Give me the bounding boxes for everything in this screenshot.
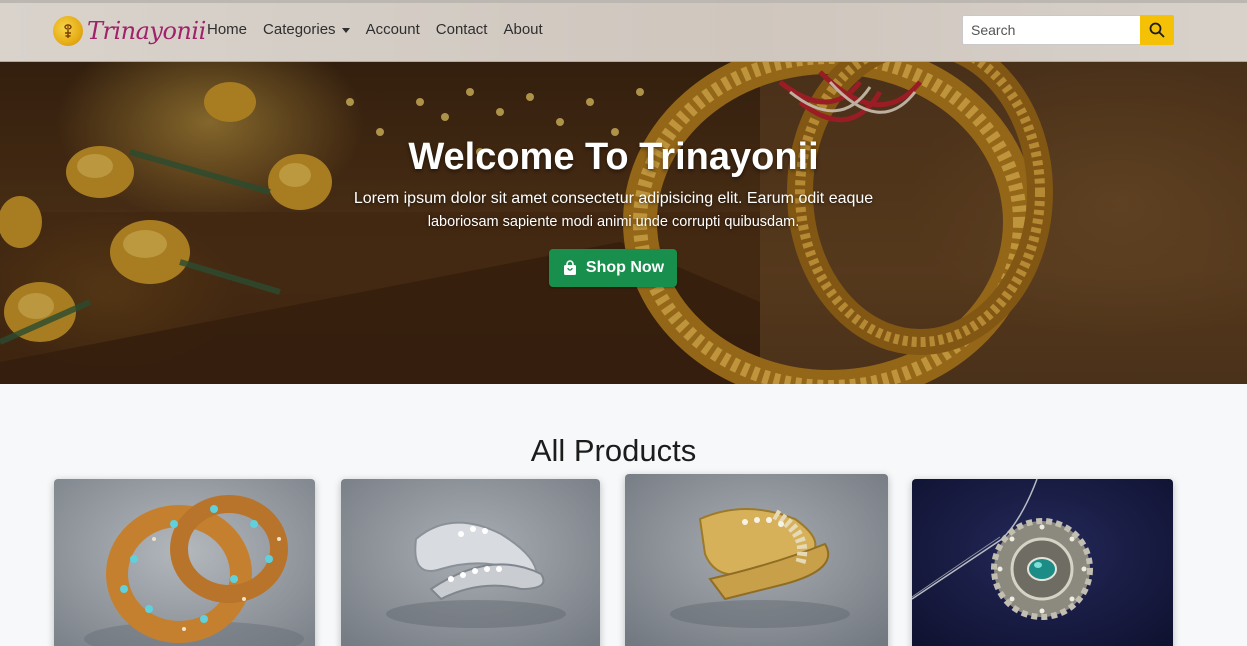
nav-categories[interactable]: Categories <box>263 21 350 38</box>
nav-categories-label: Categories <box>263 21 336 38</box>
hero-subtitle-line1: Lorem ipsum dolor sit amet consectetur a… <box>353 190 874 207</box>
hero-title: Welcome To Trinayonii <box>408 136 819 178</box>
shop-now-label: Shop Now <box>585 259 665 276</box>
product-image-bangle <box>54 479 315 646</box>
product-card-gold-crystal-ring[interactable] <box>625 474 888 646</box>
nav-about[interactable]: About <box>503 21 542 38</box>
product-image-pendant <box>912 479 1173 646</box>
navbar: Trinayonii Home Categories Account Conta… <box>0 0 1247 62</box>
nav-links: Home Categories Account Contact About <box>207 21 559 38</box>
nav-account[interactable]: Account <box>366 21 420 38</box>
product-card-emerald-pendant[interactable] <box>912 479 1173 646</box>
caret-down-icon <box>341 27 350 33</box>
search-icon <box>1149 22 1165 38</box>
search-input[interactable] <box>962 15 1140 45</box>
search-button[interactable] <box>1140 15 1174 45</box>
trinetra-logo-icon <box>53 16 83 46</box>
shopping-bag-icon <box>563 260 576 275</box>
products-section-title: All Products <box>530 433 697 468</box>
product-image-silver-ring <box>341 479 600 646</box>
brand-name: Trinayonii <box>87 17 206 45</box>
hero-banner: Welcome To Trinayonii Lorem ipsum dolor … <box>0 62 1247 384</box>
product-card-silver-crystal-ring[interactable] <box>341 479 600 646</box>
search-form <box>962 15 1174 45</box>
nav-home[interactable]: Home <box>207 21 247 38</box>
nav-contact[interactable]: Contact <box>436 21 488 38</box>
hero-subtitle-line2: laboriosam sapiente modi animi unde corr… <box>427 214 800 230</box>
shop-now-button[interactable]: Shop Now <box>549 249 677 287</box>
product-card-gold-turquoise-bangle[interactable] <box>54 479 315 646</box>
brand[interactable]: Trinayonii <box>53 14 206 48</box>
product-image-gold-ring <box>625 474 888 646</box>
